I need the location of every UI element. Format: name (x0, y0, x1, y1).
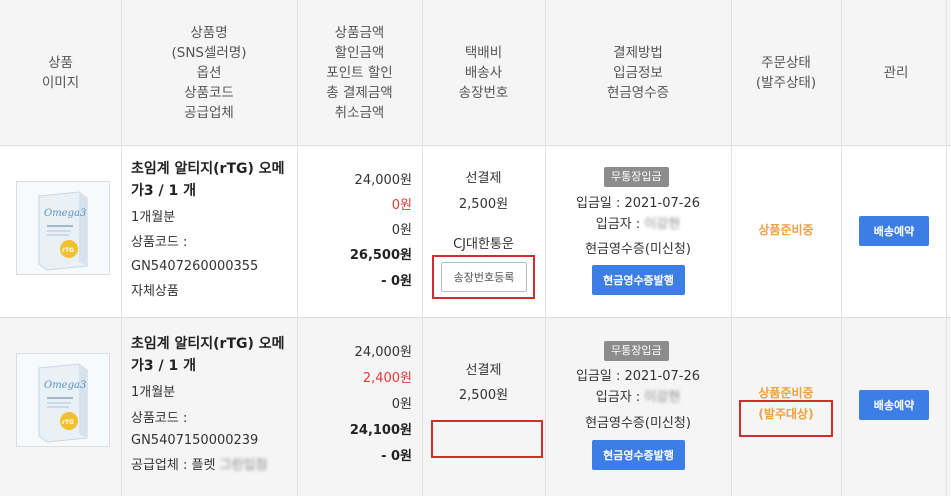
shipping-type: 선결제 (465, 363, 502, 378)
table-row: Omega3 rTG 초임계 알티지(rTG) 오메 가3 / 1 개 1개월분… (0, 146, 951, 318)
order-table: 상품 이미지 상품명 (SNS셀러명) 옵션 상품코드 공급업체 상품금액 할인… (0, 0, 951, 496)
amount-cell: 24,000원 0원 0원 26,500원 - 0원 (297, 146, 422, 317)
column-divider (422, 0, 423, 496)
header-product-line: (SNS셀러명) (171, 44, 247, 61)
discount-amount: 2,400원 (362, 371, 412, 386)
product-thumbnail[interactable]: Omega3 rTG (16, 353, 110, 447)
cash-receipt-status: 현금영수증(미신청) (585, 242, 691, 257)
cancel-amount: - 0원 (381, 274, 412, 289)
product-name-line: 가3 / 1 개 (131, 183, 196, 199)
depositor: 입금자 : 이강현 (545, 385, 731, 410)
header-amount-line: 할인금액 (334, 44, 385, 61)
header-payment-line: 결제방법 (613, 44, 663, 61)
header-delivery-line: 송장번호 (458, 84, 509, 101)
header-manage-line: 관리 (883, 64, 909, 81)
column-divider (297, 0, 298, 496)
header-payment-line: 현금영수증 (606, 84, 670, 101)
product-price: 24,000원 (354, 173, 412, 188)
total-payment: 26,500원 (349, 248, 412, 263)
depositor-label: 입금자 : (595, 390, 641, 405)
highlight-box (739, 400, 833, 437)
amount-cell: 24,000원 2,400원 0원 24,100원 - 0원 (297, 318, 422, 496)
depositor-name-blurred: 이강현 (644, 217, 681, 232)
depositor-label: 입금자 : (595, 217, 641, 232)
supplier-name: 자체상품 (131, 284, 179, 299)
supplier-name: 공급업체 : 플렛 그린입점 (131, 453, 267, 478)
product-label-text: rTG (62, 247, 74, 254)
header-product-line: 상품코드 (184, 84, 234, 101)
product-name-line: 가3 / 1 개 (131, 358, 196, 374)
cancel-amount: - 0원 (381, 449, 412, 464)
schedule-delivery-button[interactable]: 배송예약 (859, 216, 929, 246)
product-price: 24,000원 (354, 345, 412, 360)
depositor: 입금자 : 이강현 (545, 212, 731, 237)
header-delivery: 택배비 배송사 송장번호 (422, 0, 545, 145)
header-payment-line: 입금정보 (613, 64, 663, 81)
header-image-line: 상품 (48, 54, 73, 71)
total-payment: 24,100원 (349, 423, 412, 438)
product-name-line: 초임계 알티지(rTG) 오메 (131, 161, 285, 177)
schedule-delivery-button[interactable]: 배송예약 (859, 390, 929, 420)
supplier-label: 공급업체 : 플렛 (131, 458, 216, 473)
shipping-fee: 2,500원 (458, 197, 509, 212)
header-manage: 관리 (841, 0, 951, 145)
header-payment: 결제방법 입금정보 현금영수증 (545, 0, 731, 145)
product-name[interactable]: 초임계 알티지(rTG) 오메 가3 / 1 개 (131, 158, 291, 202)
product-label-text: rTG (62, 419, 74, 426)
product-option: 1개월분 (131, 385, 176, 400)
column-divider (545, 0, 546, 496)
header-product: 상품명 (SNS셀러명) 옵션 상품코드 공급업체 (121, 0, 297, 145)
order-status: 상품준비중 (758, 223, 814, 237)
column-divider (841, 0, 842, 496)
product-thumbnail[interactable]: Omega3 rTG (16, 181, 110, 275)
carrier-name: CJ대한통운 (453, 237, 514, 252)
product-brand-text: Omega3 (44, 380, 86, 391)
product-name[interactable]: 초임계 알티지(rTG) 오메 가3 / 1 개 (131, 333, 291, 377)
header-image-line: 이미지 (41, 74, 80, 91)
cash-receipt-status: 현금영수증(미신청) (585, 416, 691, 431)
header-delivery-line: 택배비 (464, 44, 503, 61)
delivery-cell: 선결제 2,500원 (422, 318, 545, 496)
product-option: 1개월분 (131, 210, 176, 225)
product-code: GN5407260000355 (131, 259, 259, 274)
point-discount: 0원 (391, 223, 412, 238)
header-delivery-line: 배송사 (464, 64, 503, 81)
header-status: 주문상태 (발주상태) (731, 0, 841, 145)
status-cell: 상품준비중 (731, 146, 841, 317)
shipping-type: 선결제 (465, 171, 502, 186)
discount-amount: 0원 (391, 198, 412, 213)
highlight-box (431, 420, 543, 458)
header-product-line: 상품명 (190, 24, 228, 41)
header-amount-line: 취소금액 (334, 104, 385, 121)
header-image: 상품 이미지 (0, 0, 121, 145)
highlight-box (432, 255, 535, 299)
shipping-fee: 2,500원 (458, 388, 509, 403)
column-divider (946, 0, 947, 496)
issue-cash-receipt-button[interactable]: 현금영수증발행 (592, 265, 685, 295)
header-status-line: 주문상태 (761, 54, 811, 71)
header-status-line: (발주상태) (755, 74, 817, 91)
point-discount: 0원 (391, 397, 412, 412)
header-amount: 상품금액 할인금액 포인트 할인 총 결제금액 취소금액 (297, 0, 422, 145)
product-code-label: 상품코드 : (131, 235, 188, 250)
header-amount-line: 포인트 할인 (326, 64, 393, 81)
header-product-line: 옵션 (196, 64, 222, 81)
payment-method-badge: 무통장입금 (604, 167, 669, 187)
product-code: GN5407150000239 (131, 433, 259, 448)
header-amount-line: 상품금액 (334, 24, 385, 41)
column-divider (731, 0, 732, 496)
table-row: Omega3 rTG 초임계 알티지(rTG) 오메 가3 / 1 개 1개월분… (0, 318, 951, 496)
issue-cash-receipt-button[interactable]: 현금영수증발행 (592, 440, 685, 470)
payment-method-badge: 무통장입금 (604, 341, 669, 361)
column-divider (121, 0, 122, 496)
product-name-line: 초임계 알티지(rTG) 오메 (131, 336, 285, 352)
header-product-line: 공급업체 (184, 104, 234, 121)
product-brand-text: Omega3 (44, 208, 86, 219)
supplier-name-blurred: 그린입점 (219, 458, 268, 473)
depositor-name-blurred: 이강현 (644, 390, 681, 405)
header-amount-line: 총 결제금액 (326, 84, 393, 101)
